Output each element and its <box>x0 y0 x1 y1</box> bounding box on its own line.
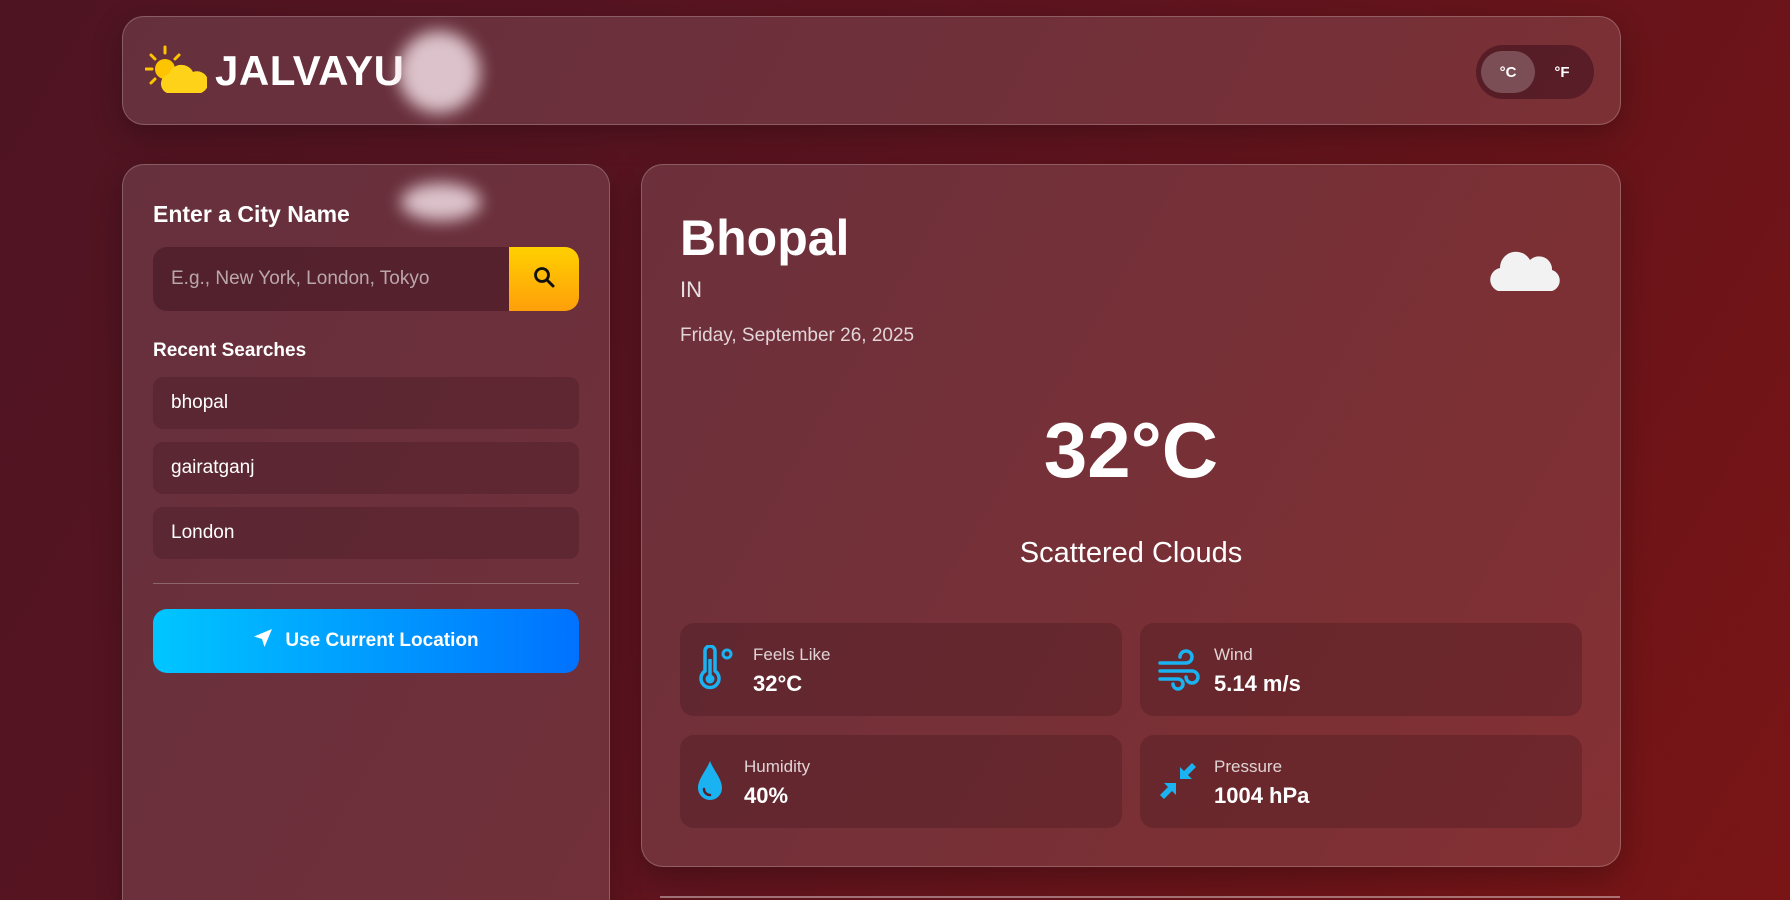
cloud-icon <box>1484 241 1564 300</box>
search-icon <box>533 266 555 293</box>
humidity-label: Humidity <box>744 757 811 776</box>
pressure-card: Pressure 1004 hPa <box>1140 735 1582 828</box>
weather-card: Bhopal IN Friday, September 26, 2025 32°… <box>641 164 1621 867</box>
pressure-label: Pressure <box>1214 757 1283 776</box>
feels-like-value: 32°C <box>753 671 803 696</box>
droplet-icon <box>696 757 742 805</box>
recent-search-item[interactable]: gairatganj <box>153 442 579 494</box>
city-search-input[interactable] <box>153 247 509 311</box>
current-date: Friday, September 26, 2025 <box>680 325 915 346</box>
search-bar <box>153 247 579 311</box>
pressure-value: 1004 hPa <box>1214 783 1310 808</box>
search-title: Enter a City Name <box>153 201 350 227</box>
celsius-button[interactable]: °C <box>1481 51 1535 93</box>
humidity-value: 40% <box>744 783 789 808</box>
sun-cloud-icon <box>144 45 209 97</box>
weather-description: Scattered Clouds <box>1019 537 1243 569</box>
wind-value: 5.14 m/s <box>1214 671 1301 696</box>
use-current-location-button[interactable]: Use Current Location <box>153 609 579 673</box>
app-header: JALVAYU °C °F <box>122 16 1621 125</box>
recent-searches-title: Recent Searches <box>153 340 307 361</box>
country-code: IN <box>680 277 702 302</box>
app-logo[interactable]: JALVAYU <box>144 45 405 97</box>
recent-searches-list: bhopal gairatganj London <box>153 377 579 572</box>
wind-icon <box>1156 645 1202 693</box>
feels-like-label: Feels Like <box>753 645 831 664</box>
divider <box>153 583 579 584</box>
location-button-label: Use Current Location <box>285 630 479 651</box>
search-panel: Enter a City Name Recent Searches bhopal… <box>122 164 610 900</box>
wind-card: Wind 5.14 m/s <box>1140 623 1582 716</box>
recent-search-item[interactable]: bhopal <box>153 377 579 429</box>
humidity-card: Humidity 40% <box>680 735 1122 828</box>
app-title: JALVAYU <box>215 47 405 94</box>
current-temperature: 32°C <box>1043 406 1219 494</box>
next-section-edge <box>660 896 1620 898</box>
fahrenheit-button[interactable]: °F <box>1535 51 1589 93</box>
wind-label: Wind <box>1214 645 1253 664</box>
search-button[interactable] <box>509 247 579 311</box>
feels-like-card: Feels Like 32°C <box>680 623 1122 716</box>
decorative-blur <box>398 31 480 113</box>
location-arrow-icon <box>253 628 285 654</box>
city-name: Bhopal <box>680 210 850 266</box>
recent-search-item[interactable]: London <box>153 507 579 559</box>
unit-toggle: °C °F <box>1476 45 1594 99</box>
decorative-blur <box>401 183 481 221</box>
compress-icon <box>1156 757 1202 805</box>
thermometer-icon <box>696 644 742 693</box>
